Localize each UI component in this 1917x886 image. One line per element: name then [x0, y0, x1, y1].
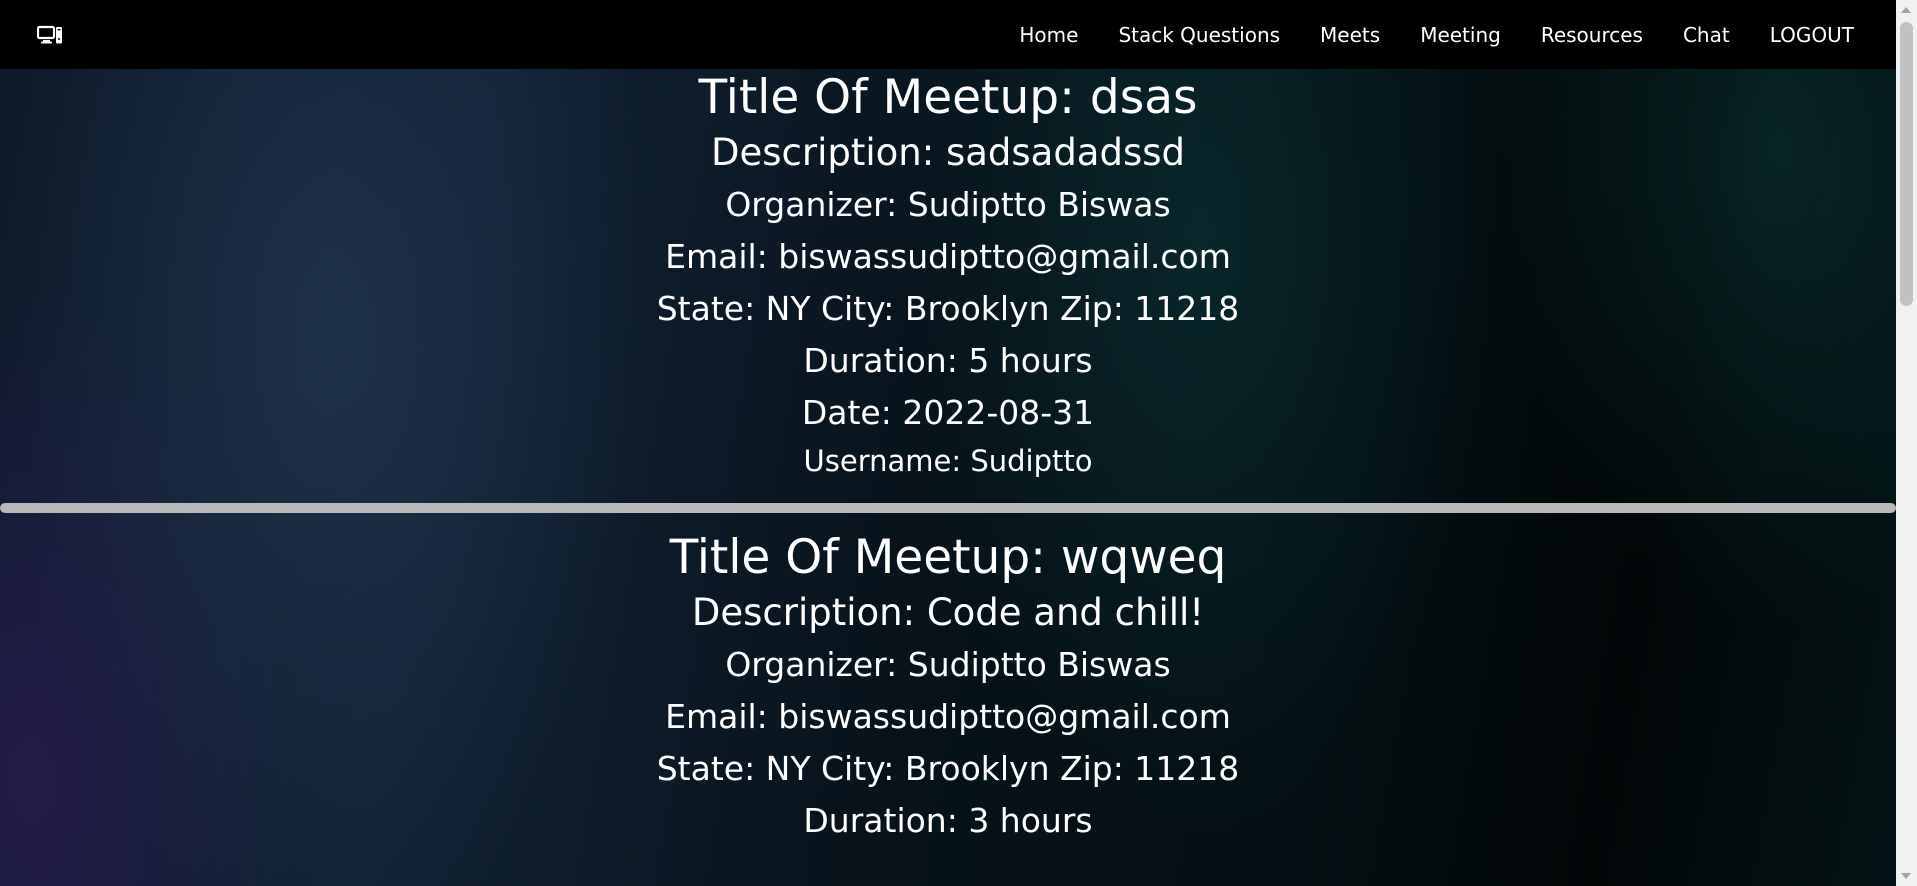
- meetup-location: State: NY City: Brooklyn Zip: 11218: [656, 289, 1240, 328]
- top-navbar: Home Stack Questions Meets Meeting Resou…: [0, 0, 1896, 69]
- nav-home-link[interactable]: Home: [1019, 23, 1078, 47]
- meetup-email: Email: biswassudiptto@gmail.com: [665, 697, 1231, 736]
- meetup-title: Title Of Meetup: wqweq: [669, 530, 1227, 585]
- nav-logout-link[interactable]: LOGOUT: [1770, 23, 1854, 47]
- meetup-card: Title Of Meetup: wqweq Description: Code…: [0, 529, 1896, 847]
- meetup-card: Title Of Meetup: dsas Description: sadsa…: [0, 69, 1896, 483]
- meetup-username: Username: Sudiptto: [803, 444, 1093, 478]
- computer-icon[interactable]: [36, 25, 64, 45]
- meetup-date: Date: 2022-08-31: [801, 393, 1095, 432]
- meetup-organizer: Organizer: Sudiptto Biswas: [725, 185, 1171, 224]
- meetup-description: Description: Code and chill!: [691, 591, 1205, 634]
- nav-links: Home Stack Questions Meets Meeting Resou…: [1019, 0, 1854, 69]
- nav-meets-link[interactable]: Meets: [1320, 23, 1380, 47]
- nav-stack-questions-link[interactable]: Stack Questions: [1118, 23, 1280, 47]
- meetup-duration: Duration: 3 hours: [803, 801, 1093, 840]
- meetup-title: Title Of Meetup: dsas: [698, 70, 1198, 125]
- scroll-down-icon[interactable]: [1901, 873, 1911, 879]
- nav-meeting-link[interactable]: Meeting: [1420, 23, 1501, 47]
- vertical-scrollbar[interactable]: [1896, 0, 1917, 886]
- meetup-organizer: Organizer: Sudiptto Biswas: [725, 645, 1171, 684]
- meetup-duration: Duration: 5 hours: [803, 341, 1093, 380]
- meetup-separator: [0, 503, 1896, 513]
- nav-chat-link[interactable]: Chat: [1683, 23, 1730, 47]
- meetup-list: Title Of Meetup: dsas Description: sadsa…: [0, 69, 1896, 847]
- scroll-thumb[interactable]: [1900, 22, 1913, 306]
- scroll-up-icon[interactable]: [1901, 7, 1911, 13]
- meetup-description: Description: sadsadadssd: [710, 131, 1186, 174]
- meetup-location: State: NY City: Brooklyn Zip: 11218: [656, 749, 1240, 788]
- nav-resources-link[interactable]: Resources: [1541, 23, 1643, 47]
- meetup-email: Email: biswassudiptto@gmail.com: [665, 237, 1231, 276]
